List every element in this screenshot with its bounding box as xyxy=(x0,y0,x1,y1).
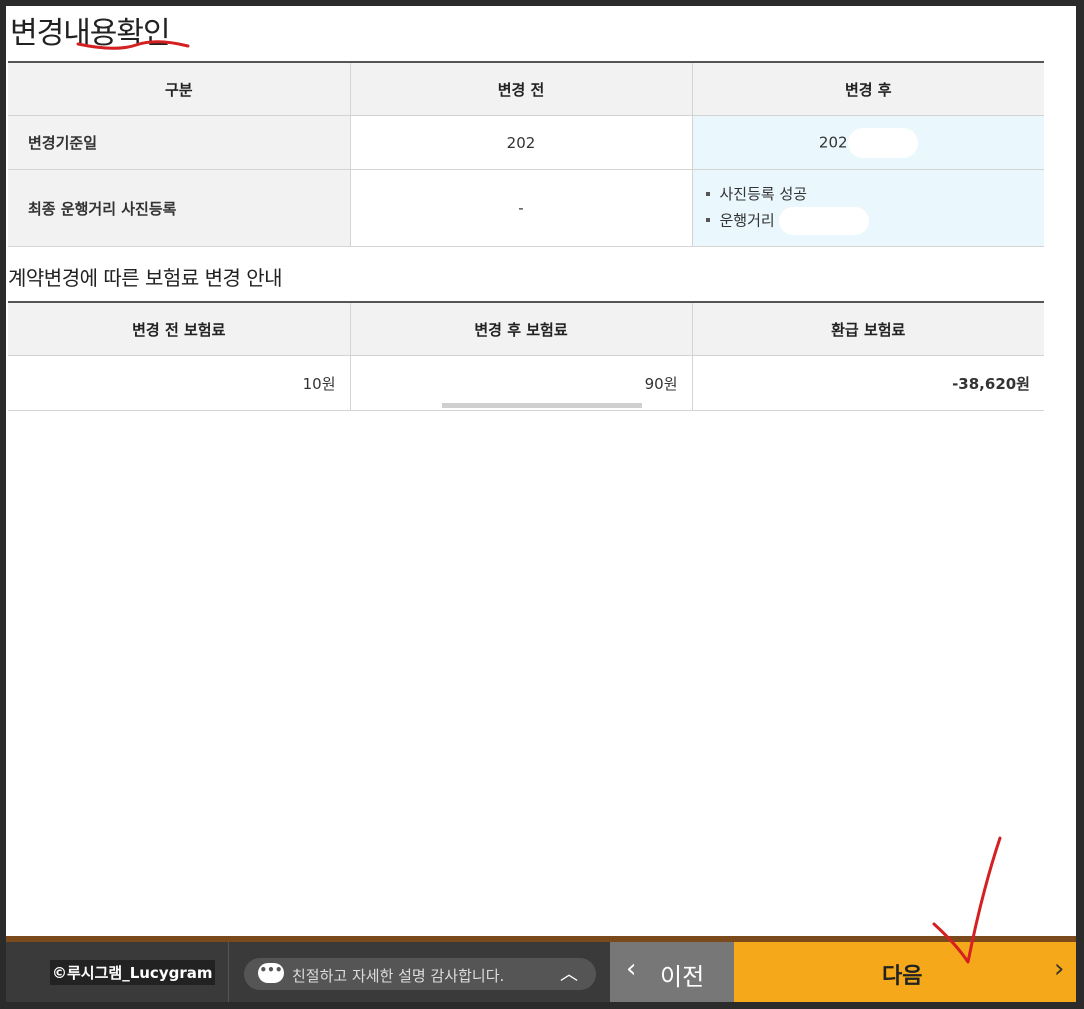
chevron-left-icon: ‹ xyxy=(626,954,637,984)
content-frame: 변경내용확인 구분 변경 전 변경 후 변경기준일 202 202 최종 운행거… xyxy=(6,6,1076,1002)
chat-bubble-icon: ••• xyxy=(258,963,284,983)
photo-after-list: 사진등록 성공 운행거리 xyxy=(694,181,1044,235)
list-item: 사진등록 성공 xyxy=(705,181,1044,207)
list-item: 운행거리 xyxy=(705,207,1044,235)
row-label-base-date: 변경기준일 xyxy=(8,115,351,170)
prev-button[interactable]: ‹ 이전 xyxy=(610,942,734,1002)
base-date-before-value: 202 xyxy=(506,133,536,152)
photo-after: 사진등록 성공 운행거리 xyxy=(692,169,1044,247)
next-button[interactable]: 다음 › xyxy=(734,942,1076,1002)
column-header: 변경 후 xyxy=(692,62,1044,116)
chat-bar[interactable]: ••• 친절하고 자세한 설명 감사합니다. ︿ xyxy=(244,958,596,990)
red-underline-annotation xyxy=(76,40,190,50)
redacted-blob xyxy=(847,127,918,158)
footer-divider xyxy=(228,942,229,1002)
mileage-label: 운행거리 xyxy=(719,211,775,230)
table-row: 변경기준일 202 202 xyxy=(8,115,1044,170)
table-row: 최종 운행거리 사진등록 - 사진등록 성공 운행거리 xyxy=(8,169,1044,247)
premium-section-title: 계약변경에 따른 보험료 변경 안내 xyxy=(8,266,283,290)
column-header: 변경 전 xyxy=(350,62,693,116)
column-header: 변경 전 보험료 xyxy=(8,302,351,356)
chat-text: 친절하고 자세한 설명 감사합니다. xyxy=(292,967,505,985)
premium-table: 변경 전 보험료 변경 후 보험료 환급 보험료 10원 90원 -38,620… xyxy=(8,301,1044,411)
red-check-annotation xyxy=(932,836,1002,964)
column-header: 구분 xyxy=(8,62,351,116)
chevron-up-icon[interactable]: ︿ xyxy=(560,960,578,986)
change-table: 구분 변경 전 변경 후 변경기준일 202 202 최종 운행거리 사진등록 … xyxy=(8,61,1044,247)
chevron-right-icon: › xyxy=(1054,954,1065,984)
prev-button-label: 이전 xyxy=(660,963,705,991)
table-header-row: 구분 변경 전 변경 후 xyxy=(8,62,1044,116)
footer-bar: ©루시그램_Lucygram ••• 친절하고 자세한 설명 감사합니다. ︿ … xyxy=(6,936,1076,1002)
premium-before-value: 10원 xyxy=(8,355,351,411)
horizontal-scrollbar[interactable] xyxy=(442,403,642,408)
base-date-after: 202 xyxy=(692,115,1044,170)
column-header: 환급 보험료 xyxy=(692,302,1044,356)
row-label-photo: 최종 운행거리 사진등록 xyxy=(8,169,351,247)
watermark-credit: ©루시그램_Lucygram xyxy=(50,960,215,985)
redacted-blob xyxy=(779,207,870,235)
refund-premium-value: -38,620원 xyxy=(692,355,1044,411)
photo-before-value: - xyxy=(350,169,693,247)
base-date-before: 202 xyxy=(350,115,693,170)
table-header-row: 변경 전 보험료 변경 후 보험료 환급 보험료 xyxy=(8,302,1044,356)
base-date-after-value: 202 xyxy=(818,133,848,151)
next-button-label: 다음 xyxy=(882,964,923,989)
column-header: 변경 후 보험료 xyxy=(350,302,693,356)
